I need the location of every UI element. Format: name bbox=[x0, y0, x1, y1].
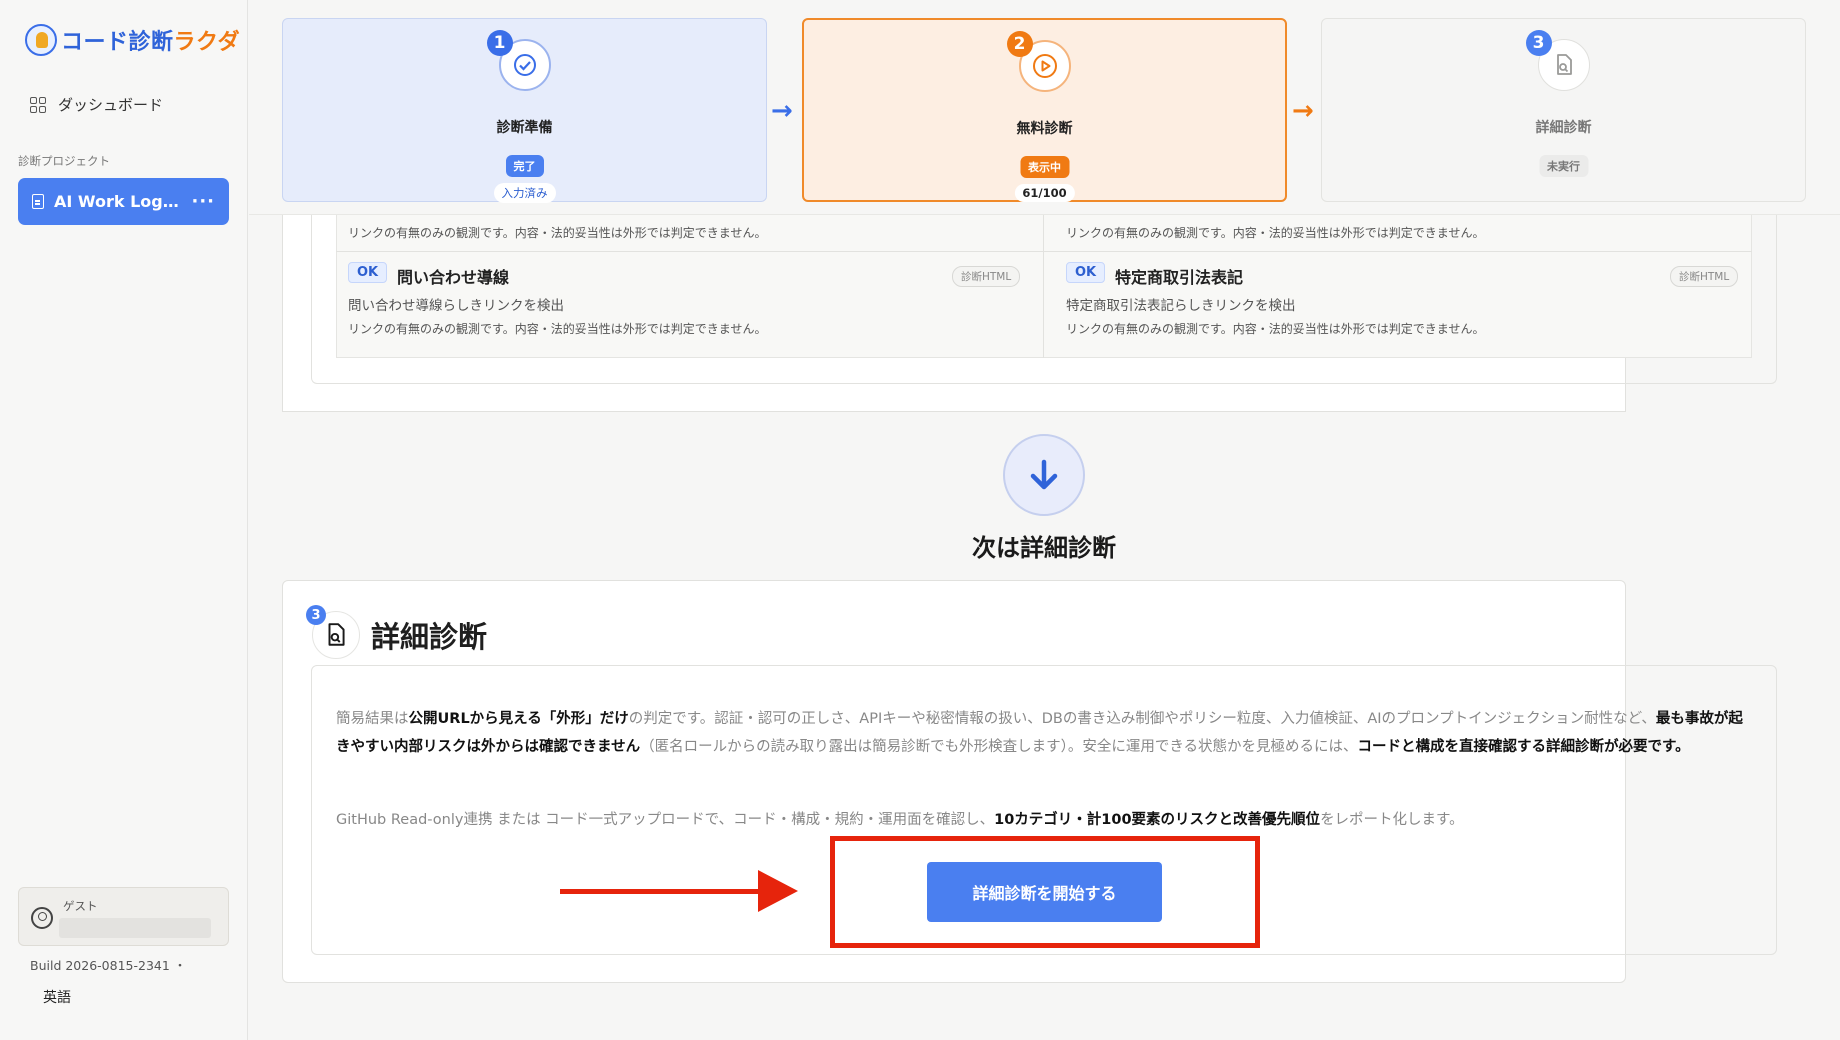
user-account[interactable]: ゲスト bbox=[18, 887, 229, 946]
sidebar-item-label: ダッシュボード bbox=[58, 96, 164, 114]
check-note: リンクの有無のみの観測です。内容・法的妥当性は外形では判定できません。 bbox=[348, 322, 767, 336]
ok-badge: OK bbox=[348, 262, 388, 283]
step-label: 詳細診断 bbox=[1535, 120, 1592, 136]
start-detail-button[interactable]: 詳細診断を開始する bbox=[927, 862, 1162, 922]
step-label: 無料診断 bbox=[1016, 121, 1073, 137]
source-tag: 診断HTML bbox=[1670, 266, 1739, 287]
camel-logo-icon bbox=[25, 24, 57, 56]
score: 61/100 bbox=[1014, 184, 1075, 202]
sidebar-item-dashboard[interactable]: ダッシュボード bbox=[30, 94, 163, 115]
status-badge: 表示中 bbox=[1020, 156, 1069, 178]
check-desc: 問い合わせ導線らしきリンクを検出 bbox=[348, 298, 564, 314]
more-menu-icon[interactable]: ··· bbox=[191, 191, 215, 212]
status-badge: 完了 bbox=[505, 155, 544, 177]
step-detail[interactable]: 3 詳細診断 未実行 bbox=[1321, 18, 1806, 202]
sidebar: コード診断ラクダ ダッシュボード 診断プロジェクト AI Work Log… ·… bbox=[0, 0, 248, 1040]
dashboard-grid-icon bbox=[30, 96, 46, 113]
project-name: AI Work Log… bbox=[54, 192, 179, 211]
user-icon bbox=[31, 907, 53, 929]
check-title: 特定商取引法表記 bbox=[1115, 268, 1244, 287]
annotation-arrow-head bbox=[758, 870, 798, 912]
section-title: 詳細診断 bbox=[371, 620, 488, 654]
arrow-down-icon bbox=[1003, 434, 1085, 516]
step-sub: 入力済み bbox=[493, 183, 556, 203]
sidebar-item-project[interactable]: AI Work Log… ··· bbox=[18, 178, 229, 225]
check-note: リンクの有無のみの観測です。内容・法的妥当性は外形では判定できません。 bbox=[348, 226, 767, 240]
status-badge: 未実行 bbox=[1539, 155, 1588, 177]
user-name-placeholder bbox=[59, 918, 211, 938]
step-number: 1 bbox=[486, 30, 513, 56]
step-free[interactable]: 2 無料診断 表示中 61/100 bbox=[802, 18, 1287, 202]
build-info: Build 2026-0815-2341 ・ bbox=[30, 958, 187, 973]
step-number: 3 bbox=[1525, 30, 1552, 56]
guest-label: ゲスト bbox=[63, 899, 98, 913]
next-title: 次は詳細診断 bbox=[972, 534, 1116, 562]
step-label: 診断準備 bbox=[496, 120, 553, 136]
section-label: 診断プロジェクト bbox=[18, 154, 110, 168]
app-logo[interactable]: コード診断ラクダ bbox=[25, 24, 240, 56]
check-desc: 特定商取引法表記らしきリンクを検出 bbox=[1066, 298, 1296, 314]
arrow-right-icon: → bbox=[771, 96, 793, 126]
step-number: 3 bbox=[306, 605, 326, 625]
logo-text: コード診断ラクダ bbox=[61, 30, 241, 55]
source-tag: 診断HTML bbox=[952, 266, 1021, 287]
grid-divider bbox=[336, 251, 1752, 252]
document-icon bbox=[32, 194, 44, 209]
grid-divider bbox=[1043, 215, 1044, 358]
annotation-arrow bbox=[560, 889, 765, 894]
step-prepare[interactable]: 1 診断準備 完了 入力済み bbox=[282, 18, 767, 203]
check-note: リンクの有無のみの観測です。内容・法的妥当性は外形では判定できません。 bbox=[1066, 226, 1485, 240]
check-note: リンクの有無のみの観測です。内容・法的妥当性は外形では判定できません。 bbox=[1066, 322, 1485, 336]
ok-badge: OK bbox=[1066, 262, 1106, 283]
detail-summary: GitHub Read-only連携 または コード一式アップロードで、コード・… bbox=[336, 812, 1464, 828]
step-number: 2 bbox=[1006, 31, 1033, 57]
check-title: 問い合わせ導線 bbox=[397, 268, 510, 287]
arrow-right-icon: → bbox=[1292, 96, 1314, 126]
language-toggle[interactable]: 英語 bbox=[43, 987, 71, 1007]
detail-description: 簡易結果は公開URLから見える「外形」だけの判定です。認証・認可の正しさ、API… bbox=[336, 711, 1743, 755]
